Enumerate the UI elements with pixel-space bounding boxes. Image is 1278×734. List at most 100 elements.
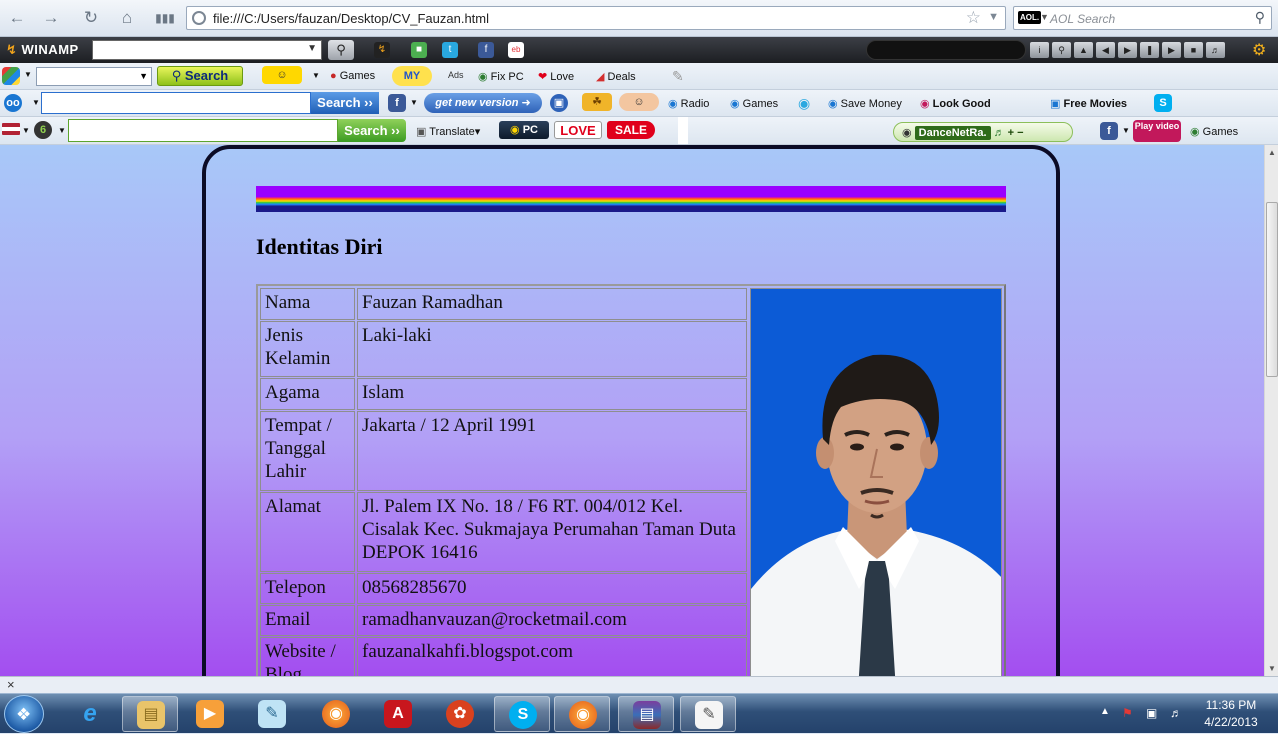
row-value[interactable]: fauzanalkahfi.blogspot.com	[357, 637, 747, 676]
aol-search-box[interactable]: AOL. ▼ AOL Search ⚲	[1013, 6, 1272, 30]
free-movies-link[interactable]: ▣ Free Movies	[1050, 97, 1127, 110]
show-hidden-icons-icon[interactable]: ▲	[1100, 706, 1110, 717]
apps-grid-icon[interactable]	[2, 67, 20, 85]
lock-icon[interactable]: ▣	[550, 94, 568, 112]
facebook-icon[interactable]: f	[1100, 122, 1118, 140]
dance-radio-widget[interactable]: ◉ DanceNetRa. ♬ + −	[893, 122, 1073, 142]
taskbar-media-app[interactable]: ✿	[432, 696, 488, 732]
winamp-seek-bar[interactable]	[866, 40, 1026, 60]
bookmarks-bars-icon[interactable]: ▮▮▮	[154, 7, 176, 29]
taskbar-explorer[interactable]: ▤	[122, 696, 178, 732]
start-button[interactable]: ❖	[4, 695, 44, 733]
look-good-link[interactable]: ◉ Look Good	[920, 97, 991, 110]
baby-face-icon[interactable]: ☺	[619, 93, 659, 111]
cake-icon[interactable]: ☘	[582, 93, 612, 111]
reload-icon[interactable]: ↻	[80, 7, 102, 29]
chevron-down-icon[interactable]: ▼	[58, 126, 66, 135]
network-icon[interactable]: ▣	[1146, 706, 1157, 720]
taskbar-firefox[interactable]: ◉	[308, 696, 364, 732]
stop-icon[interactable]: ■	[1184, 42, 1203, 58]
home-icon[interactable]: ⌂	[116, 7, 138, 29]
tray-date[interactable]: 4/22/2013	[1196, 715, 1266, 729]
aol-logo-icon[interactable]: AOL.	[1018, 11, 1042, 24]
twitter-bird-icon[interactable]: t	[442, 42, 458, 58]
winamp-search-combo[interactable]: ▼	[92, 40, 322, 60]
translate-link[interactable]: ▣ Translate▾	[416, 125, 480, 138]
ebay-icon[interactable]: eb	[508, 42, 524, 58]
scroll-up-icon[interactable]: ▲	[1268, 148, 1276, 157]
taskbar-media-player[interactable]: ▶	[182, 696, 238, 732]
my-button[interactable]: MY	[392, 66, 432, 86]
search-icon[interactable]: ⚲	[1052, 42, 1071, 58]
next-icon[interactable]: ▶	[1162, 42, 1181, 58]
volume-icon[interactable]: ♬	[994, 127, 1005, 139]
pen-icon[interactable]: ✎	[672, 68, 684, 85]
games-link[interactable]: ◉ Games	[730, 97, 778, 110]
love-button[interactable]: LOVE	[554, 121, 602, 139]
taskbar-notepad[interactable]: ✎	[680, 696, 736, 732]
sale-button[interactable]: SALE	[607, 121, 655, 139]
eyes-icon[interactable]: oo	[4, 94, 22, 112]
pause-icon[interactable]: ❚	[1140, 42, 1159, 58]
deals-link[interactable]: ◢ Deals	[596, 70, 636, 83]
chevron-down-icon[interactable]: ▼	[22, 126, 30, 135]
taskbar-firefox-active[interactable]: ◉	[554, 696, 610, 732]
page-scrollbar[interactable]: ▲ ▼	[1264, 145, 1278, 676]
chevron-down-icon[interactable]: ▼	[1122, 126, 1130, 135]
toolbar-search-input[interactable]	[41, 92, 311, 114]
get-new-version-button[interactable]: get new version ➜	[424, 93, 542, 113]
facebook-icon[interactable]: f	[478, 42, 494, 58]
search-placeholder[interactable]: AOL Search	[1050, 12, 1115, 26]
fix-pc-link[interactable]: ◉ Fix PC	[478, 70, 524, 83]
chevron-down-icon[interactable]: ▼	[410, 98, 418, 107]
taskbar-internet-explorer[interactable]: e	[62, 696, 118, 732]
skype-icon[interactable]: S	[1154, 94, 1172, 112]
toolbar-search-input[interactable]	[68, 119, 338, 142]
chevron-down-icon[interactable]: ▼	[24, 70, 32, 79]
chevron-down-icon[interactable]: ▼	[139, 71, 148, 81]
winamp-logo[interactable]: ↯ WINAMP	[6, 42, 79, 58]
love-link[interactable]: ❤ Love	[538, 70, 574, 83]
taskbar-acrobat[interactable]: A	[370, 696, 426, 732]
six-logo-icon[interactable]: 6	[34, 121, 52, 139]
android-icon[interactable]: ■	[411, 42, 427, 58]
toolbar-search-button[interactable]: Search ››	[311, 92, 379, 114]
us-flag-icon[interactable]	[2, 123, 20, 135]
play-icon[interactable]: ▶	[1118, 42, 1137, 58]
close-icon[interactable]: ×	[7, 677, 15, 692]
back-arrow-icon[interactable]: ←	[6, 7, 28, 29]
games-link[interactable]: ◉ Games	[1190, 125, 1238, 138]
previous-icon[interactable]: ◀	[1096, 42, 1115, 58]
chevron-down-icon[interactable]: ▼	[988, 11, 999, 23]
taskbar-skype[interactable]: S	[494, 696, 550, 732]
games-link[interactable]: ● Games	[330, 70, 375, 82]
scroll-down-icon[interactable]: ▼	[1268, 664, 1276, 673]
play-video-button[interactable]: Play video	[1133, 120, 1181, 142]
gear-icon[interactable]: ⚙	[1252, 40, 1266, 60]
eject-icon[interactable]: ▲	[1074, 42, 1093, 58]
winamp-app-icon[interactable]: ↯	[374, 42, 390, 58]
forward-arrow-icon[interactable]: →	[40, 7, 62, 29]
smiley-icon[interactable]: ☺	[262, 66, 302, 84]
address-bar[interactable]: file:///C:/Users/fauzan/Desktop/CV_Fauza…	[186, 6, 1006, 30]
facebook-icon[interactable]: f	[388, 94, 406, 112]
address-url[interactable]: file:///C:/Users/fauzan/Desktop/CV_Fauza…	[213, 11, 489, 26]
twitter-icon[interactable]: ◉	[798, 95, 810, 112]
toolbar-search-button[interactable]: Search ››	[338, 119, 406, 142]
taskbar-winrar[interactable]: ▤	[618, 696, 674, 732]
pc-button[interactable]: ◉ PC	[499, 121, 549, 139]
search-button[interactable]: ⚲ Search	[157, 66, 243, 86]
chevron-down-icon[interactable]: ▼	[1040, 12, 1049, 22]
chevron-down-icon[interactable]: ▼	[32, 98, 40, 107]
search-icon[interactable]: ⚲	[1255, 9, 1265, 26]
flag-alert-icon[interactable]: ⚑	[1122, 706, 1133, 720]
winamp-search-button[interactable]: ⚲	[328, 40, 354, 60]
speaker-muted-icon[interactable]: ♬	[1170, 706, 1182, 720]
tray-time[interactable]: 11:36 PM	[1196, 698, 1266, 712]
scrollbar-thumb[interactable]	[1266, 202, 1278, 377]
bookmark-star-icon[interactable]: ☆	[966, 8, 981, 28]
volume-icon[interactable]: ♬	[1206, 42, 1225, 58]
chevron-down-icon[interactable]: ▼	[307, 43, 317, 54]
taskbar-notes[interactable]: ✎	[244, 696, 300, 732]
save-money-link[interactable]: ◉ Save Money	[828, 97, 902, 110]
